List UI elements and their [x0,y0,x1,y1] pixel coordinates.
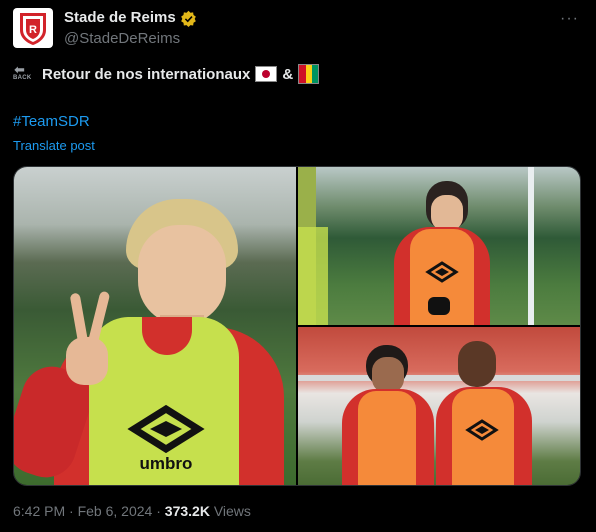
display-name[interactable]: Stade de Reims [64,9,176,26]
views-count: 373.2K [164,503,210,519]
translate-post-link[interactable]: Translate post [13,138,95,153]
separator: · [69,503,74,519]
back-label: BACK [13,75,32,81]
guinea-flag-icon [298,64,320,84]
verified-badge-icon [181,10,196,27]
tweet-text-line: ⬅ BACK Retour de nos internationaux & [13,62,320,86]
svg-text:R: R [29,24,37,36]
japan-flag-icon [255,66,278,82]
back-arrow-icon: ⬅ BACK [13,62,32,81]
tweet-time[interactable]: 6:42 PM [13,503,65,519]
more-options-icon[interactable]: ··· [560,10,579,28]
separator: · [156,503,161,519]
umbro-logo-small [425,261,459,283]
umbro-logo-small [465,419,499,441]
photo-two-players[interactable] [298,327,580,485]
club-crest-logo: R [20,13,46,45]
tweet-meta: 6:42 PM · Feb 6, 2024 · 373.2K Views [13,503,251,519]
tweet-date[interactable]: Feb 6, 2024 [78,503,153,519]
handle[interactable]: @StadeDeReims [64,30,180,47]
umbro-wordmark: umbro [140,454,193,473]
photo-player-orange-bib[interactable] [298,167,580,325]
views-label: Views [213,503,251,519]
hashtag-link[interactable]: #TeamSDR [13,113,90,130]
ampersand: & [282,65,294,83]
media-grid: umbro [13,166,581,486]
tweet-text: Retour de nos internationaux [42,65,251,83]
photo-player-peace-sign[interactable]: umbro [14,167,296,485]
avatar[interactable]: R [13,8,53,48]
umbro-logo: umbro [127,404,205,473]
